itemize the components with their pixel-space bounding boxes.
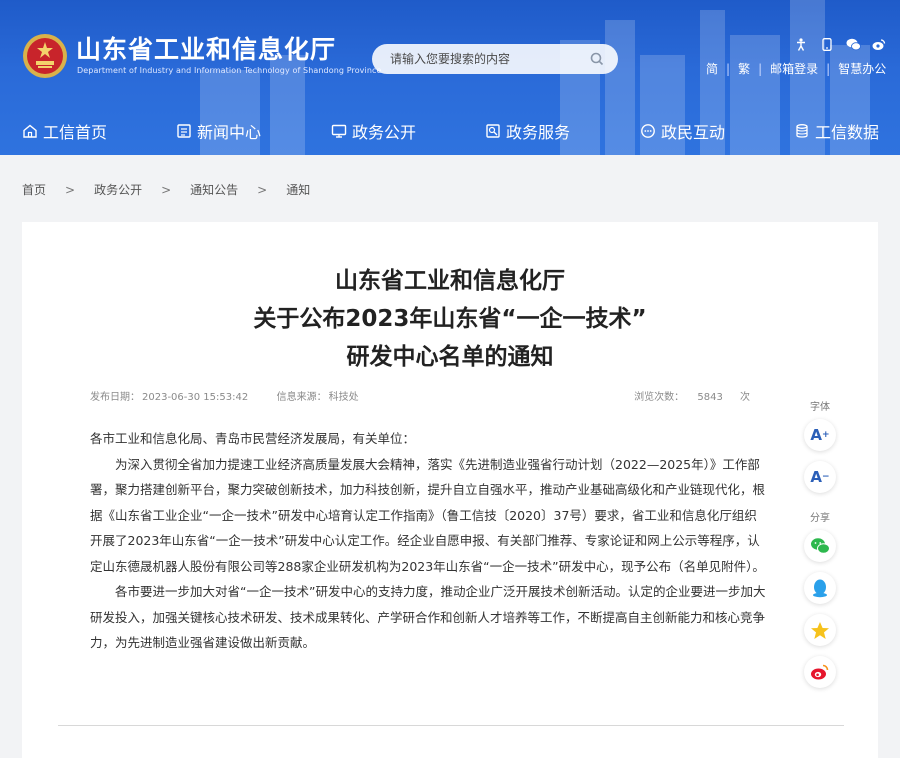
article-title-line: 山东省工业和信息化厅 — [335, 268, 565, 294]
traditional-chinese-link[interactable]: 繁 — [738, 60, 750, 77]
breadcrumb-separator: > — [161, 182, 172, 197]
article-paragraph: 为深入贯彻全省加力提速工业经济高质量发展大会精神，落实《先进制造业强省行动计划（… — [90, 456, 766, 574]
footer-divider — [58, 725, 844, 726]
article-meta: 发布日期： 2023-06-30 15:53:42 信息来源： 科技处 浏览次数： … — [90, 388, 750, 403]
wechat-share-icon — [811, 538, 830, 554]
font-decrease-button[interactable]: A − — [804, 461, 836, 493]
publish-date: 2023-06-30 15:53:42 — [142, 392, 249, 403]
search-box — [372, 44, 618, 74]
source: 科技处 — [328, 392, 359, 403]
share-weibo-button[interactable] — [804, 656, 836, 688]
views-label: 浏览次数： — [634, 392, 685, 403]
main-nav: 工信首页 新闻中心 政务公开 政务服务 政民互动 工信数据 — [0, 107, 900, 153]
search-input[interactable] — [390, 52, 590, 66]
link-separator: | — [726, 61, 731, 76]
nav-label: 政民互动 — [661, 123, 726, 142]
nav-item-gov-services[interactable]: 政务服务 — [485, 119, 570, 143]
smart-office-link[interactable]: 智慧办公 — [838, 60, 886, 77]
nav-label: 新闻中心 — [197, 123, 262, 142]
search-icon[interactable] — [590, 52, 604, 66]
weibo-share-icon — [811, 664, 829, 680]
news-icon — [177, 124, 191, 138]
service-icon — [486, 124, 500, 138]
views-unit: 次 — [740, 392, 750, 403]
national-emblem-icon — [23, 34, 67, 78]
publish-date-label: 发布日期： — [90, 392, 140, 403]
email-login-link[interactable]: 邮箱登录 — [770, 60, 818, 77]
nav-item-gov-affairs[interactable]: 政务公开 — [331, 119, 416, 143]
article-title-line: 研发中心名单的通知 — [346, 344, 554, 370]
nav-label: 工信首页 — [43, 123, 108, 142]
views-count: 5843 — [697, 392, 723, 403]
breadcrumb-separator: > — [257, 182, 268, 197]
share-wechat-button[interactable] — [804, 530, 836, 562]
nav-item-news[interactable]: 新闻中心 — [176, 119, 261, 143]
article-body: 各市工业和信息化局、青岛市民营经济发展局，有关单位： 为深入贯彻全省加力提速工业… — [90, 426, 766, 656]
article-title: 山东省工业和信息化厅 关于公布2023年山东省“一企一技术” 研发中心名单的通知 — [22, 262, 878, 376]
font-increase-sup: + — [822, 430, 830, 440]
home-icon — [23, 124, 37, 138]
share-qzone-button[interactable] — [804, 614, 836, 646]
breadcrumb: 首页 > 政务公开 > 通知公告 > 通知 — [22, 181, 310, 198]
top-tool-icons — [793, 37, 887, 51]
breadcrumb-notice[interactable]: 通知 — [286, 181, 310, 198]
top-links: 简 | 繁 | 邮箱登录 | 智慧办公 — [706, 60, 886, 77]
breadcrumb-separator: > — [65, 182, 76, 197]
qq-share-icon — [813, 579, 827, 598]
nav-label: 政务公开 — [352, 123, 417, 142]
monitor-icon — [331, 124, 347, 138]
article-paragraph: 各市要进一步加大对省“一企一技术”研发中心的支持力度，推动企业广泛开展技术创新活… — [90, 584, 766, 650]
mobile-icon[interactable] — [819, 37, 835, 51]
site-subtitle: Department of Industry and Information T… — [77, 66, 382, 75]
chat-icon — [641, 124, 655, 138]
nav-item-home[interactable]: 工信首页 — [22, 119, 107, 143]
database-icon — [796, 124, 808, 138]
side-tools: 字体 A + A − 分享 — [800, 398, 840, 698]
font-decrease-sup: − — [822, 472, 830, 482]
share-label: 分享 — [810, 513, 830, 524]
nav-label: 政务服务 — [506, 123, 571, 142]
wechat-icon[interactable] — [845, 37, 861, 51]
breadcrumb-notices[interactable]: 通知公告 — [190, 181, 238, 198]
link-separator: | — [826, 61, 831, 76]
nav-item-data[interactable]: 工信数据 — [794, 119, 879, 143]
breadcrumb-gov-affairs[interactable]: 政务公开 — [94, 181, 142, 198]
font-size-label: 字体 — [810, 402, 830, 413]
source-label: 信息来源： — [276, 392, 327, 403]
article-salutation: 各市工业和信息化局、青岛市民营经济发展局，有关单位： — [90, 431, 416, 446]
article-panel: 山东省工业和信息化厅 关于公布2023年山东省“一企一技术” 研发中心名单的通知… — [22, 222, 878, 758]
weibo-icon[interactable] — [871, 37, 887, 51]
site-header: 山东省工业和信息化厅 Department of Industry and In… — [0, 0, 900, 155]
site-title: 山东省工业和信息化厅 — [76, 35, 337, 64]
font-decrease-glyph: A — [810, 468, 823, 486]
font-increase-button[interactable]: A + — [804, 419, 836, 451]
nav-label: 工信数据 — [815, 123, 880, 142]
share-qq-button[interactable] — [804, 572, 836, 604]
accessibility-icon[interactable] — [793, 37, 809, 51]
font-increase-glyph: A — [810, 426, 823, 444]
article-title-line: 关于公布2023年山东省“一企一技术” — [253, 306, 647, 332]
breadcrumb-home[interactable]: 首页 — [22, 181, 46, 198]
link-separator: | — [758, 61, 763, 76]
qzone-share-icon — [811, 621, 829, 639]
nav-item-interaction[interactable]: 政民互动 — [640, 119, 725, 143]
simplified-chinese-link[interactable]: 简 — [706, 60, 718, 77]
